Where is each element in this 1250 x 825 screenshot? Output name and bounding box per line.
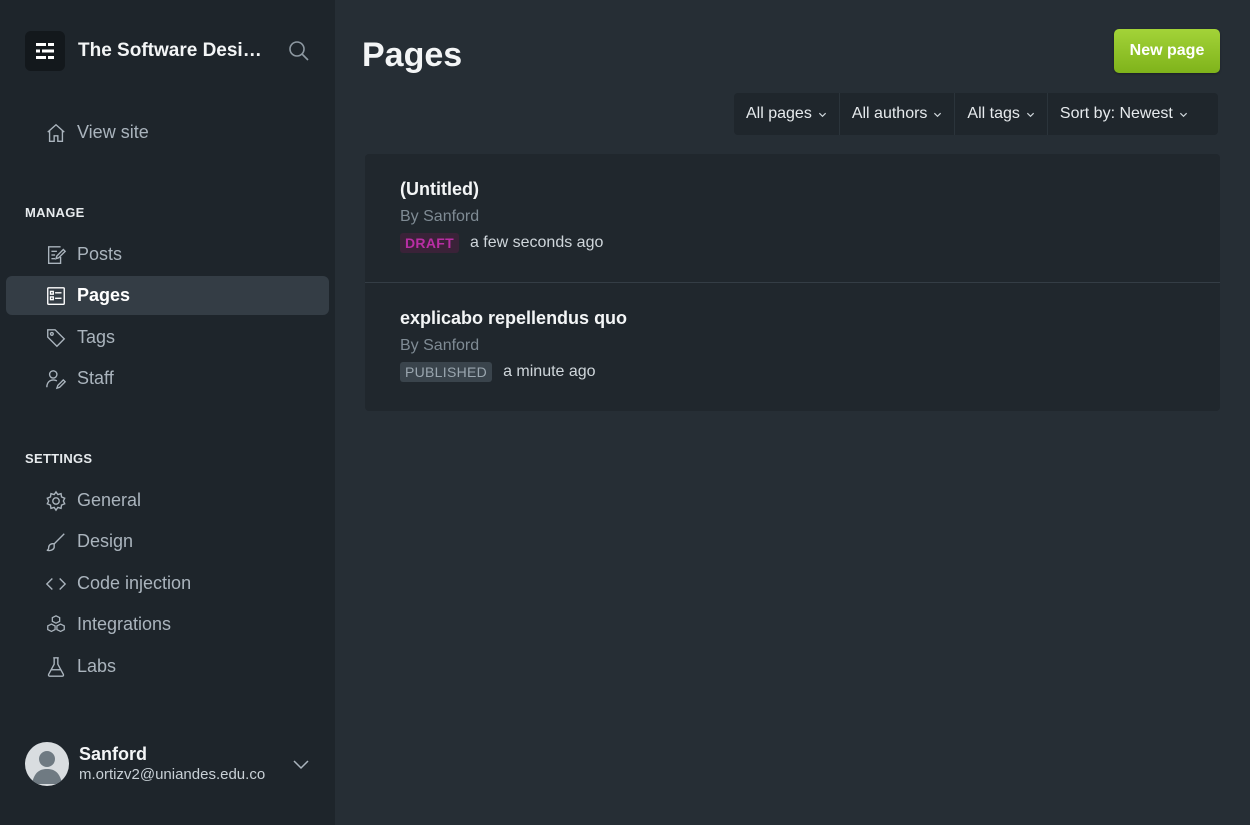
sidebar-item-integrations[interactable]: Integrations — [6, 605, 329, 644]
sidebar-item-pages[interactable]: Pages — [6, 276, 329, 315]
sidebar-item-label: Pages — [77, 285, 131, 305]
filter-label: Sort by: Newest — [1059, 105, 1173, 122]
chevron-down-icon[interactable] — [291, 754, 311, 774]
status-badge: PUBLISHED — [400, 362, 493, 382]
manage-section-label: MANAGE — [25, 205, 85, 220]
sidebar-item-label: Labs — [77, 656, 117, 676]
sidebar-item-general[interactable]: General — [6, 481, 329, 520]
staff-icon — [46, 369, 67, 389]
search-icon[interactable] — [287, 39, 311, 63]
page-item-title: (Untitled) — [400, 179, 479, 199]
integrations-icon — [47, 614, 65, 632]
sidebar-item-label: Staff — [77, 368, 114, 388]
sort-dropdown[interactable]: Sort by: Newest — [1048, 93, 1200, 135]
chevron-down-icon — [1179, 112, 1187, 117]
list-item[interactable]: (Untitled) By Sanford DRAFT a few second… — [365, 154, 1220, 282]
filter-label: All pages — [746, 105, 812, 122]
sidebar-item-labs[interactable]: Labs — [6, 647, 329, 686]
tag-icon — [47, 328, 66, 347]
home-icon — [47, 123, 65, 142]
gear-icon — [46, 490, 66, 511]
filter-author-dropdown[interactable]: All authors — [840, 93, 956, 135]
view-site-link[interactable]: View site — [6, 113, 329, 152]
page-item-author: By Sanford — [400, 337, 480, 354]
page-item-title: explicabo repellendus quo — [400, 308, 628, 328]
filter-type-dropdown[interactable]: All pages — [734, 93, 840, 135]
sidebar-item-label: Tags — [77, 327, 116, 347]
page-item-author: By Sanford — [400, 208, 480, 225]
page-title: Pages — [362, 36, 463, 74]
page-item-time: a few seconds ago — [469, 234, 604, 251]
page-item-time: a minute ago — [503, 363, 596, 380]
sidebar: The Software Design View site MANAGE Pos… — [0, 0, 335, 825]
sidebar-item-label: Code injection — [77, 573, 192, 593]
chevron-down-icon — [1026, 112, 1034, 117]
chevron-down-icon — [934, 112, 942, 117]
brand-title: The Software Design — [78, 40, 263, 61]
sidebar-item-posts[interactable]: Posts — [6, 235, 329, 274]
code-icon — [45, 577, 67, 590]
pages-list: (Untitled) By Sanford DRAFT a few second… — [365, 154, 1220, 411]
list-item[interactable]: explicabo repellendus quo By Sanford PUB… — [365, 282, 1220, 410]
sidebar-item-staff[interactable]: Staff — [6, 359, 329, 398]
avatar — [25, 742, 69, 786]
sidebar-item-label: Integrations — [77, 614, 172, 634]
posts-icon — [47, 245, 67, 264]
sidebar-item-label: General — [77, 490, 142, 510]
sidebar-item-label: Design — [77, 531, 134, 551]
chevron-down-icon — [818, 112, 826, 117]
user-name: Sanford — [79, 744, 148, 764]
user-menu[interactable]: Sanford m.ortizv2@uniandes.edu.co — [25, 741, 315, 787]
user-email: m.ortizv2@uniandes.edu.co — [79, 766, 266, 783]
pages-icon — [47, 286, 65, 305]
sidebar-item-design[interactable]: Design — [6, 522, 329, 561]
sidebar-item-tags[interactable]: Tags — [6, 318, 329, 357]
settings-section-label: SETTINGS — [25, 451, 93, 466]
new-page-button[interactable]: New page — [1114, 29, 1220, 73]
filter-bar: All pages All authors All tags Sort by: … — [734, 93, 1218, 135]
brand-logo-icon — [25, 31, 65, 71]
sidebar-item-label: Posts — [77, 244, 123, 264]
sidebar-item-code-injection[interactable]: Code injection — [6, 564, 329, 603]
brand[interactable]: The Software Design — [25, 31, 263, 71]
filter-label: All authors — [851, 105, 928, 122]
flask-icon — [47, 656, 65, 677]
status-badge: DRAFT — [400, 233, 459, 253]
filter-tag-dropdown[interactable]: All tags — [955, 93, 1048, 135]
brush-icon — [46, 532, 65, 551]
filter-label: All tags — [967, 105, 1020, 122]
view-site-label: View site — [77, 122, 149, 142]
